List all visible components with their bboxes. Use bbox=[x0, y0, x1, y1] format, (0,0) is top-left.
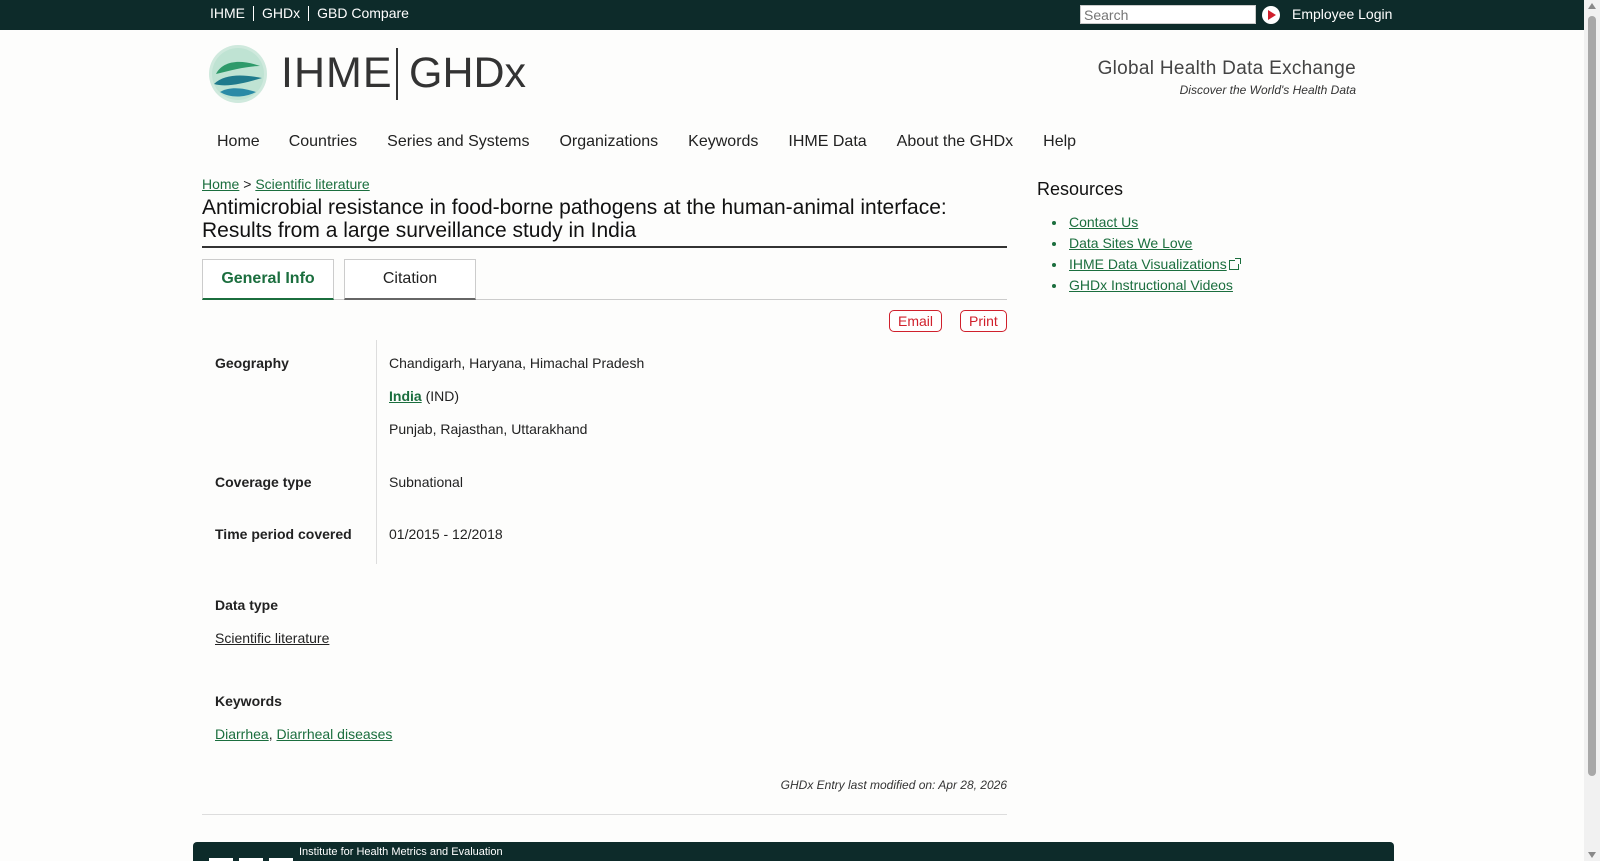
top-link-gbd-compare[interactable]: GBD Compare bbox=[308, 6, 417, 21]
scrollbar-thumb[interactable] bbox=[1588, 16, 1596, 776]
top-bar: IHME GHDx GBD Compare Employee Login bbox=[0, 0, 1584, 30]
logo-ghdx-text[interactable]: GHDx bbox=[409, 49, 526, 98]
site-tagline: Global Health Data Exchange Discover the… bbox=[1098, 58, 1356, 97]
keywords-label: Keywords bbox=[215, 693, 282, 709]
tagline-title: Global Health Data Exchange bbox=[1097, 58, 1356, 79]
data-type-label: Data type bbox=[215, 597, 279, 613]
scroll-down-icon[interactable] bbox=[1588, 852, 1596, 858]
nav-item-ihme-data[interactable]: IHME Data bbox=[773, 133, 881, 151]
resource-link-instructional-videos[interactable]: GHDx Instructional Videos bbox=[1069, 277, 1233, 293]
keyword-link-diarrhea[interactable]: Diarrhea bbox=[215, 726, 269, 742]
nav-item-organizations[interactable]: Organizations bbox=[544, 133, 673, 151]
time-period-label: Time period covered bbox=[215, 526, 352, 542]
nav-item-keywords[interactable]: Keywords bbox=[673, 133, 773, 151]
page-title: Antimicrobial resistance in food-borne p… bbox=[202, 196, 1007, 248]
search-input[interactable] bbox=[1080, 5, 1256, 24]
geography-country-link[interactable]: India bbox=[389, 388, 422, 404]
keyword-separator: , bbox=[268, 726, 273, 742]
ihme-logo-icon[interactable] bbox=[208, 44, 268, 104]
nav-item-countries[interactable]: Countries bbox=[275, 133, 372, 151]
breadcrumb-separator: > bbox=[243, 176, 252, 192]
tagline-subtitle: Discover the World's Health Data bbox=[1179, 83, 1356, 97]
resources-list: Contact Us Data Sites We Love IHME Data … bbox=[1053, 214, 1241, 298]
geography-value-3: Punjab, Rajasthan, Uttarakhand bbox=[389, 421, 588, 437]
coverage-type-value: Subnational bbox=[389, 474, 463, 490]
page-scrollbar[interactable] bbox=[1584, 0, 1600, 861]
resource-link-data-sites[interactable]: Data Sites We Love bbox=[1069, 235, 1192, 251]
search-submit-button[interactable] bbox=[1262, 6, 1280, 24]
play-arrow-icon bbox=[1268, 10, 1276, 20]
breadcrumb: Home > Scientific literature bbox=[202, 176, 370, 192]
main-nav: Home Countries Series and Systems Organi… bbox=[202, 133, 1091, 151]
breadcrumb-home-link[interactable]: Home bbox=[202, 176, 239, 192]
geography-country: India (IND) bbox=[389, 388, 459, 404]
tab-citation[interactable]: Citation bbox=[344, 259, 476, 300]
nav-item-help[interactable]: Help bbox=[1028, 133, 1091, 151]
top-links: IHME GHDx GBD Compare bbox=[204, 6, 417, 21]
resource-item: Contact Us bbox=[1067, 214, 1239, 235]
scroll-up-icon[interactable] bbox=[1588, 3, 1596, 9]
content-bottom-rule bbox=[202, 814, 1007, 815]
logo-divider bbox=[396, 48, 398, 100]
nav-item-about[interactable]: About the GHDx bbox=[882, 133, 1029, 151]
footer: Institute for Health Metrics and Evaluat… bbox=[193, 842, 1394, 861]
time-period-value: 01/2015 - 12/2018 bbox=[389, 526, 503, 542]
tab-general-info[interactable]: General Info bbox=[202, 259, 334, 300]
email-button[interactable]: Email bbox=[889, 310, 943, 332]
top-link-ghdx[interactable]: GHDx bbox=[253, 6, 308, 21]
nav-item-series-and-systems[interactable]: Series and Systems bbox=[372, 133, 544, 151]
resource-item: GHDx Instructional Videos bbox=[1067, 277, 1239, 298]
resource-link-ihme-visualizations[interactable]: IHME Data Visualizations bbox=[1069, 256, 1227, 272]
geography-label: Geography bbox=[215, 355, 289, 371]
keyword-link-diarrheal-diseases[interactable]: Diarrheal diseases bbox=[276, 726, 392, 742]
external-link-icon bbox=[1228, 258, 1241, 270]
top-link-ihme[interactable]: IHME bbox=[204, 6, 253, 21]
resource-item: Data Sites We Love bbox=[1067, 235, 1239, 256]
geography-value-1: Chandigarh, Haryana, Himachal Pradesh bbox=[389, 355, 645, 371]
breadcrumb-current-link[interactable]: Scientific literature bbox=[255, 176, 369, 192]
coverage-type-label: Coverage type bbox=[215, 474, 312, 490]
details-divider bbox=[376, 340, 377, 564]
keywords-list: Diarrhea, Diarrheal diseases bbox=[215, 726, 392, 742]
data-type-link[interactable]: Scientific literature bbox=[215, 630, 329, 646]
resource-item: IHME Data Visualizations bbox=[1067, 256, 1241, 277]
logo-ihme-text[interactable]: IHME bbox=[281, 49, 393, 98]
resources-title: Resources bbox=[1037, 179, 1124, 199]
nav-item-home[interactable]: Home bbox=[202, 133, 275, 151]
tab-bar: General Info Citation bbox=[202, 258, 1007, 300]
last-modified-note: GHDx Entry last modified on: Apr 28, 202… bbox=[780, 778, 1007, 792]
resource-link-contact-us[interactable]: Contact Us bbox=[1069, 214, 1138, 230]
footer-org-name: Institute for Health Metrics and Evaluat… bbox=[299, 846, 503, 858]
geography-country-code: (IND) bbox=[425, 388, 459, 404]
print-button[interactable]: Print bbox=[960, 310, 1007, 332]
employee-login-link[interactable]: Employee Login bbox=[1292, 6, 1392, 22]
